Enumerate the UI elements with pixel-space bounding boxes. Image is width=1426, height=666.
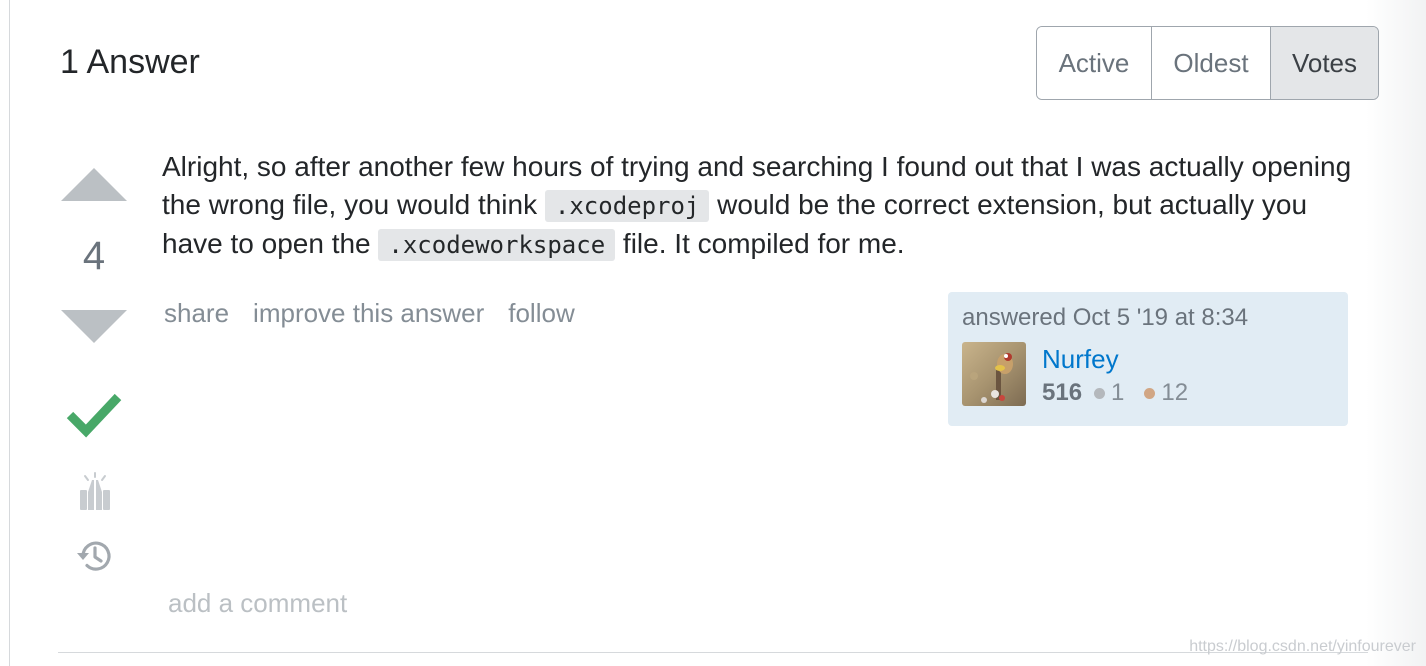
history-icon[interactable] xyxy=(74,536,114,576)
bronze-badge-icon xyxy=(1144,387,1156,399)
user-stats: 516 1 12 xyxy=(1042,378,1208,408)
code-xcodeproj: .xcodeproj xyxy=(544,190,710,222)
share-link[interactable]: share xyxy=(164,296,229,330)
upvote-arrow-icon[interactable] xyxy=(61,168,127,201)
reputation-score: 516 xyxy=(1042,379,1083,406)
silver-badge-count: 1 xyxy=(1111,379,1125,406)
follow-link[interactable]: follow xyxy=(508,296,574,330)
right-edge-shadow xyxy=(1366,0,1426,666)
answer-body: Alright, so after another few hours of t… xyxy=(162,148,1352,264)
watermark: https://blog.csdn.net/yinfourever xyxy=(1189,638,1416,655)
left-border xyxy=(9,0,10,666)
sort-tab-active[interactable]: Active xyxy=(1037,27,1152,99)
answer-sort-tabs: Active Oldest Votes xyxy=(1036,26,1379,100)
post-menu: share improve this answer follow xyxy=(164,296,599,330)
check-icon xyxy=(66,393,122,438)
sort-tab-votes[interactable]: Votes xyxy=(1271,27,1378,99)
answer-divider xyxy=(58,652,1368,653)
avatar[interactable] xyxy=(962,342,1026,406)
downvote-arrow-icon[interactable] xyxy=(61,310,127,343)
add-comment-link[interactable]: add a comment xyxy=(168,586,347,620)
answers-section: 1 Answer Active Oldest Votes 4 Alright, … xyxy=(0,0,1426,666)
vote-count: 4 xyxy=(82,234,106,278)
user-name-link[interactable]: Nurfey xyxy=(1042,342,1119,376)
sort-tab-oldest[interactable]: Oldest xyxy=(1152,27,1271,99)
answer-text-part-3: file. It compiled for me. xyxy=(615,228,905,259)
code-xcodeworkspace: .xcodeworkspace xyxy=(378,229,616,261)
user-info-card: answered Oct 5 '19 at 8:34 Nurfey 516 1 … xyxy=(948,292,1348,426)
improve-answer-link[interactable]: improve this answer xyxy=(253,296,484,330)
answers-count-title: 1 Answer xyxy=(60,43,200,81)
silver-badge-icon xyxy=(1094,387,1106,399)
bronze-badge-count: 12 xyxy=(1161,379,1189,406)
answered-timestamp: answered Oct 5 '19 at 8:34 xyxy=(962,304,1249,331)
bounty-award-icon[interactable] xyxy=(75,472,115,512)
